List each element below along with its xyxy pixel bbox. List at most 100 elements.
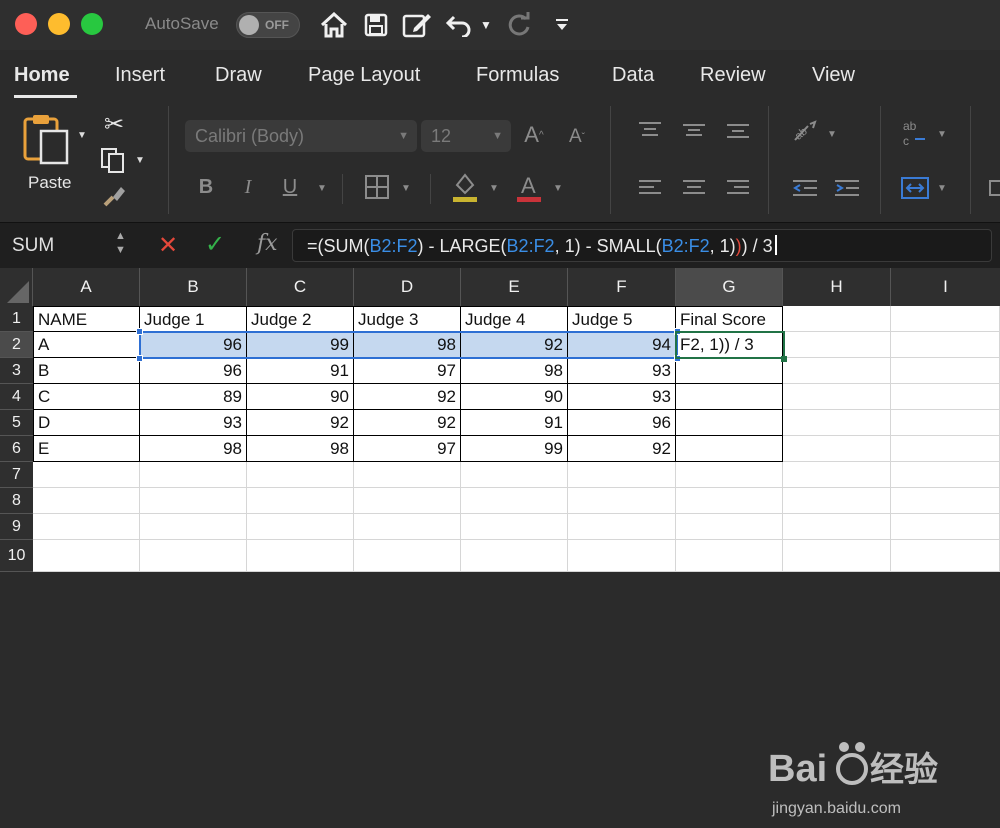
tab-draw[interactable]: Draw bbox=[215, 64, 262, 87]
cell-e3[interactable]: 98 bbox=[461, 358, 568, 384]
align-middle-icon[interactable] bbox=[680, 118, 708, 142]
cell-b9[interactable] bbox=[140, 514, 247, 540]
row-header-8[interactable]: 8 bbox=[0, 488, 33, 514]
cell-i8[interactable] bbox=[891, 488, 1000, 514]
underline-chevron-icon[interactable]: ▼ bbox=[316, 182, 328, 194]
borders-icon[interactable] bbox=[362, 172, 392, 202]
cell-g3[interactable] bbox=[676, 358, 783, 384]
select-all-button[interactable] bbox=[0, 268, 33, 306]
cell-d5[interactable]: 92 bbox=[354, 410, 461, 436]
cell-i3[interactable] bbox=[891, 358, 1000, 384]
cell-h8[interactable] bbox=[783, 488, 891, 514]
cell-f8[interactable] bbox=[568, 488, 676, 514]
cell-a4[interactable]: C bbox=[33, 384, 140, 410]
cell-i5[interactable] bbox=[891, 410, 1000, 436]
bold-button[interactable]: B bbox=[196, 174, 216, 200]
cell-d1[interactable]: Judge 3 bbox=[354, 306, 461, 332]
name-box-stepper-icon[interactable]: ▲ ▼ bbox=[115, 229, 126, 257]
cell-f10[interactable] bbox=[568, 540, 676, 572]
column-header-i[interactable]: I bbox=[891, 268, 1000, 306]
cell-i9[interactable] bbox=[891, 514, 1000, 540]
range-handle[interactable] bbox=[674, 328, 681, 335]
font-name-select[interactable]: Calibri (Body) ▼ bbox=[185, 120, 417, 152]
cell-c10[interactable] bbox=[247, 540, 354, 572]
cell-b8[interactable] bbox=[140, 488, 247, 514]
number-format-icon[interactable] bbox=[988, 176, 1000, 200]
home-icon[interactable] bbox=[318, 8, 350, 42]
cell-c6[interactable]: 98 bbox=[247, 436, 354, 462]
cell-g6[interactable] bbox=[676, 436, 783, 462]
cell-a9[interactable] bbox=[33, 514, 140, 540]
row-header-3[interactable]: 3 bbox=[0, 358, 33, 384]
column-header-h[interactable]: H bbox=[783, 268, 891, 306]
cell-b2[interactable]: 96 bbox=[140, 332, 247, 358]
align-top-icon[interactable] bbox=[636, 118, 664, 142]
cell-d8[interactable] bbox=[354, 488, 461, 514]
range-handle[interactable] bbox=[136, 355, 143, 362]
wrap-text-chevron-icon[interactable]: ▼ bbox=[936, 128, 948, 140]
cell-h3[interactable] bbox=[783, 358, 891, 384]
cell-a7[interactable] bbox=[33, 462, 140, 488]
tab-home[interactable]: Home bbox=[14, 64, 70, 87]
row-header-1[interactable]: 1 bbox=[0, 306, 33, 332]
decrease-indent-icon[interactable] bbox=[790, 176, 820, 200]
align-right-icon[interactable] bbox=[724, 176, 752, 200]
cell-a10[interactable] bbox=[33, 540, 140, 572]
align-bottom-icon[interactable] bbox=[724, 118, 752, 142]
format-painter-icon[interactable] bbox=[100, 182, 128, 210]
cell-a6[interactable]: E bbox=[33, 436, 140, 462]
row-header-10[interactable]: 10 bbox=[0, 540, 33, 572]
column-header-f[interactable]: F bbox=[568, 268, 676, 306]
cell-g7[interactable] bbox=[676, 462, 783, 488]
increase-font-size-icon[interactable]: A ^ bbox=[520, 120, 548, 150]
edit-doc-icon[interactable] bbox=[400, 8, 434, 42]
cell-a5[interactable]: D bbox=[33, 410, 140, 436]
tab-review[interactable]: Review bbox=[700, 64, 766, 87]
cell-f2[interactable]: 94 bbox=[568, 332, 676, 358]
enter-formula-button[interactable]: ✓ bbox=[205, 230, 225, 259]
cell-d6[interactable]: 97 bbox=[354, 436, 461, 462]
cell-h7[interactable] bbox=[783, 462, 891, 488]
cell-d2[interactable]: 98 bbox=[354, 332, 461, 358]
cell-d3[interactable]: 97 bbox=[354, 358, 461, 384]
column-header-a[interactable]: A bbox=[33, 268, 140, 306]
tab-page-layout[interactable]: Page Layout bbox=[308, 64, 420, 87]
cell-c5[interactable]: 92 bbox=[247, 410, 354, 436]
orientation-icon[interactable]: ab bbox=[790, 118, 820, 146]
cell-h9[interactable] bbox=[783, 514, 891, 540]
cell-e6[interactable]: 99 bbox=[461, 436, 568, 462]
column-header-b[interactable]: B bbox=[140, 268, 247, 306]
cell-a1[interactable]: NAME bbox=[33, 306, 140, 332]
copy-icon[interactable] bbox=[98, 146, 128, 174]
row-header-5[interactable]: 5 bbox=[0, 410, 33, 436]
font-size-select[interactable]: 12 ▼ bbox=[421, 120, 511, 152]
row-header-7[interactable]: 7 bbox=[0, 462, 33, 488]
cell-f3[interactable]: 93 bbox=[568, 358, 676, 384]
cell-c4[interactable]: 90 bbox=[247, 384, 354, 410]
cell-d10[interactable] bbox=[354, 540, 461, 572]
cell-g4[interactable] bbox=[676, 384, 783, 410]
cell-a3[interactable]: B bbox=[33, 358, 140, 384]
cell-c3[interactable]: 91 bbox=[247, 358, 354, 384]
cell-f9[interactable] bbox=[568, 514, 676, 540]
column-header-d[interactable]: D bbox=[354, 268, 461, 306]
row-header-9[interactable]: 9 bbox=[0, 514, 33, 540]
cell-i4[interactable] bbox=[891, 384, 1000, 410]
range-handle[interactable] bbox=[674, 355, 681, 362]
decrease-font-size-icon[interactable]: Aˇ bbox=[563, 122, 591, 152]
autosave-toggle[interactable]: OFF bbox=[236, 12, 300, 38]
cell-h2[interactable] bbox=[783, 332, 891, 358]
cell-f4[interactable]: 93 bbox=[568, 384, 676, 410]
merge-chevron-icon[interactable]: ▼ bbox=[936, 182, 948, 194]
column-header-c[interactable]: C bbox=[247, 268, 354, 306]
cell-b10[interactable] bbox=[140, 540, 247, 572]
cell-f6[interactable]: 92 bbox=[568, 436, 676, 462]
formula-input[interactable]: =(SUM(B2:F2) - LARGE(B2:F2, 1) - SMALL(B… bbox=[292, 229, 992, 262]
cell-g5[interactable] bbox=[676, 410, 783, 436]
orientation-chevron-icon[interactable]: ▼ bbox=[826, 128, 838, 140]
cancel-formula-button[interactable]: ✕ bbox=[158, 231, 178, 260]
cell-g9[interactable] bbox=[676, 514, 783, 540]
cell-h4[interactable] bbox=[783, 384, 891, 410]
cell-d9[interactable] bbox=[354, 514, 461, 540]
underline-button[interactable]: U bbox=[280, 174, 300, 200]
